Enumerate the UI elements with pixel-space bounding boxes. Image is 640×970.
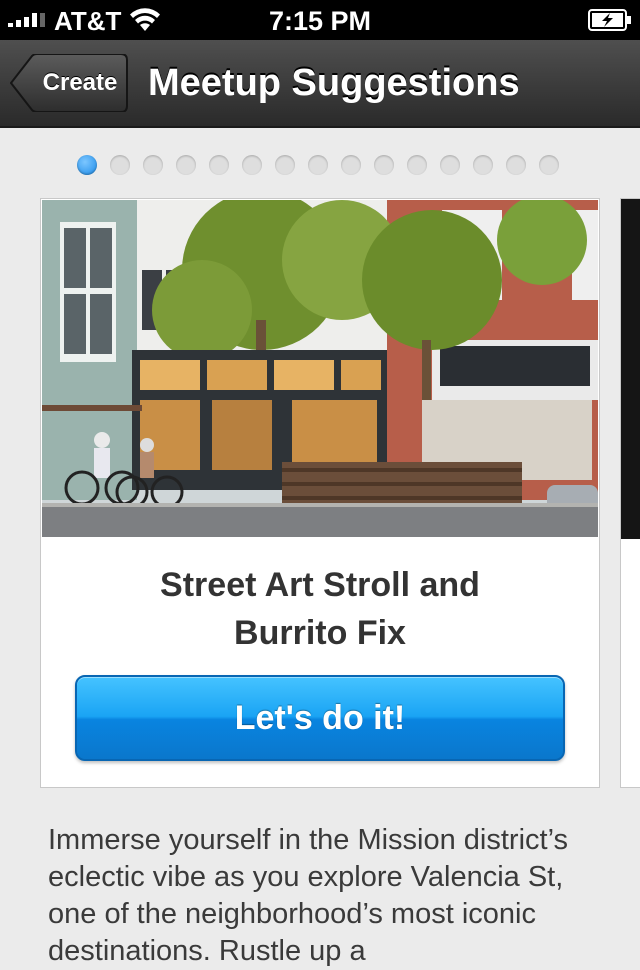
page-dot[interactable] [209,155,229,175]
page-dot-active[interactable] [77,155,97,175]
lets-do-it-button[interactable]: Let's do it! [75,675,565,761]
page-dot[interactable] [407,155,427,175]
page-dot[interactable] [506,155,526,175]
battery-charging-icon [588,9,632,36]
back-button-label: Create [42,69,118,96]
page-dot[interactable] [473,155,493,175]
suggestion-photo [42,200,598,537]
page-dot[interactable] [143,155,163,175]
next-suggestion-photo [621,199,640,539]
next-suggestion-card-peek[interactable] [620,198,640,788]
suggestion-title-line-2: Burrito Fix [234,614,406,652]
back-button[interactable]: Create [10,54,128,112]
page-indicator[interactable] [77,155,559,175]
page-dot[interactable] [275,155,295,175]
suggestion-title: Street Art Stroll and Burrito Fix [61,561,579,657]
page-dot[interactable] [539,155,559,175]
suggestion-description: Immerse yourself in the Mission district… [48,824,569,967]
page-dot[interactable] [341,155,361,175]
clock: 7:15 PM [268,6,372,36]
navigation-bar: Create Meetup Suggestions [0,40,640,128]
page-dot[interactable] [374,155,394,175]
suggestion-title-line-1: Street Art Stroll and [160,566,480,604]
page-dot[interactable] [308,155,328,175]
status-bar: AT&T 7:15 PM [0,0,640,40]
page-dot[interactable] [242,155,262,175]
page-dot[interactable] [176,155,196,175]
page-dot[interactable] [440,155,460,175]
page-dot[interactable] [110,155,130,175]
page-title: Meetup Suggestions [148,62,520,104]
suggestion-card[interactable]: Street Art Stroll and Burrito Fix Let's … [40,198,600,788]
